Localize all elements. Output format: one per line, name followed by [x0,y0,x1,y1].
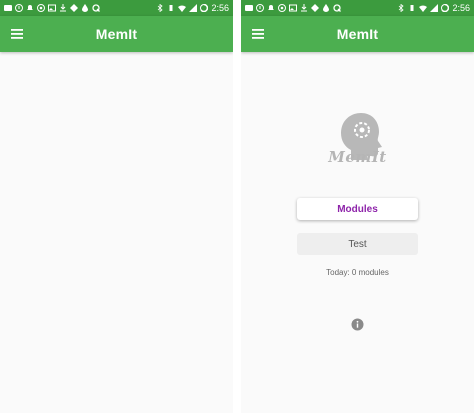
status-time: 2:56 [211,3,229,13]
download-icon [300,4,308,12]
status-bar-notifications [4,4,100,12]
status-bar-notifications [245,4,341,12]
logo-text: MemIt [328,148,387,166]
content-area-empty [0,52,233,413]
bell-icon [267,4,275,12]
wifi-icon [178,4,187,12]
image-icon [48,4,56,12]
status-bar: 2:56 [0,0,233,16]
message-icon [4,4,12,12]
head-gear-logo-icon [331,108,387,178]
vibrate-icon [167,4,175,12]
message-icon [245,4,253,12]
battery-icon [441,4,450,12]
status-bar-system: 2:56 [156,3,229,13]
cell-signal-icon [430,4,439,12]
phone-screen-home: 2:56 MemIt MemIt Modules Test Today: 0 m… [241,0,474,413]
alert-icon [15,4,23,12]
modules-button[interactable]: Modules [297,198,418,220]
menu-icon[interactable] [10,27,24,41]
status-time: 2:56 [452,3,470,13]
alert-icon [256,4,264,12]
drop-icon [81,4,89,12]
app-title: MemIt [336,26,379,42]
app-bar: MemIt [0,16,233,52]
status-bar: 2:56 [241,0,474,16]
today-modules-count: Today: 0 modules [326,268,389,277]
image-icon [289,4,297,12]
info-icon[interactable] [351,318,364,331]
test-button[interactable]: Test [297,233,418,255]
drop-icon [322,4,330,12]
menu-icon[interactable] [251,27,265,41]
app-title: MemIt [95,26,138,42]
content-area-home: MemIt Modules Test Today: 0 modules [241,52,474,413]
q-icon [92,4,100,12]
vibrate-icon [408,4,416,12]
bluetooth-icon [156,4,164,12]
bluetooth-icon [397,4,405,12]
signal-app-icon [70,4,78,12]
chrome-icon [37,4,45,12]
signal-app-icon [311,4,319,12]
q-icon [333,4,341,12]
chrome-icon [278,4,286,12]
phone-screen-empty: 2:56 MemIt [0,0,233,413]
app-bar: MemIt [241,16,474,52]
bell-icon [26,4,34,12]
wifi-icon [419,4,428,12]
status-bar-system: 2:56 [397,3,470,13]
battery-icon [200,4,209,12]
cell-signal-icon [189,4,198,12]
download-icon [59,4,67,12]
